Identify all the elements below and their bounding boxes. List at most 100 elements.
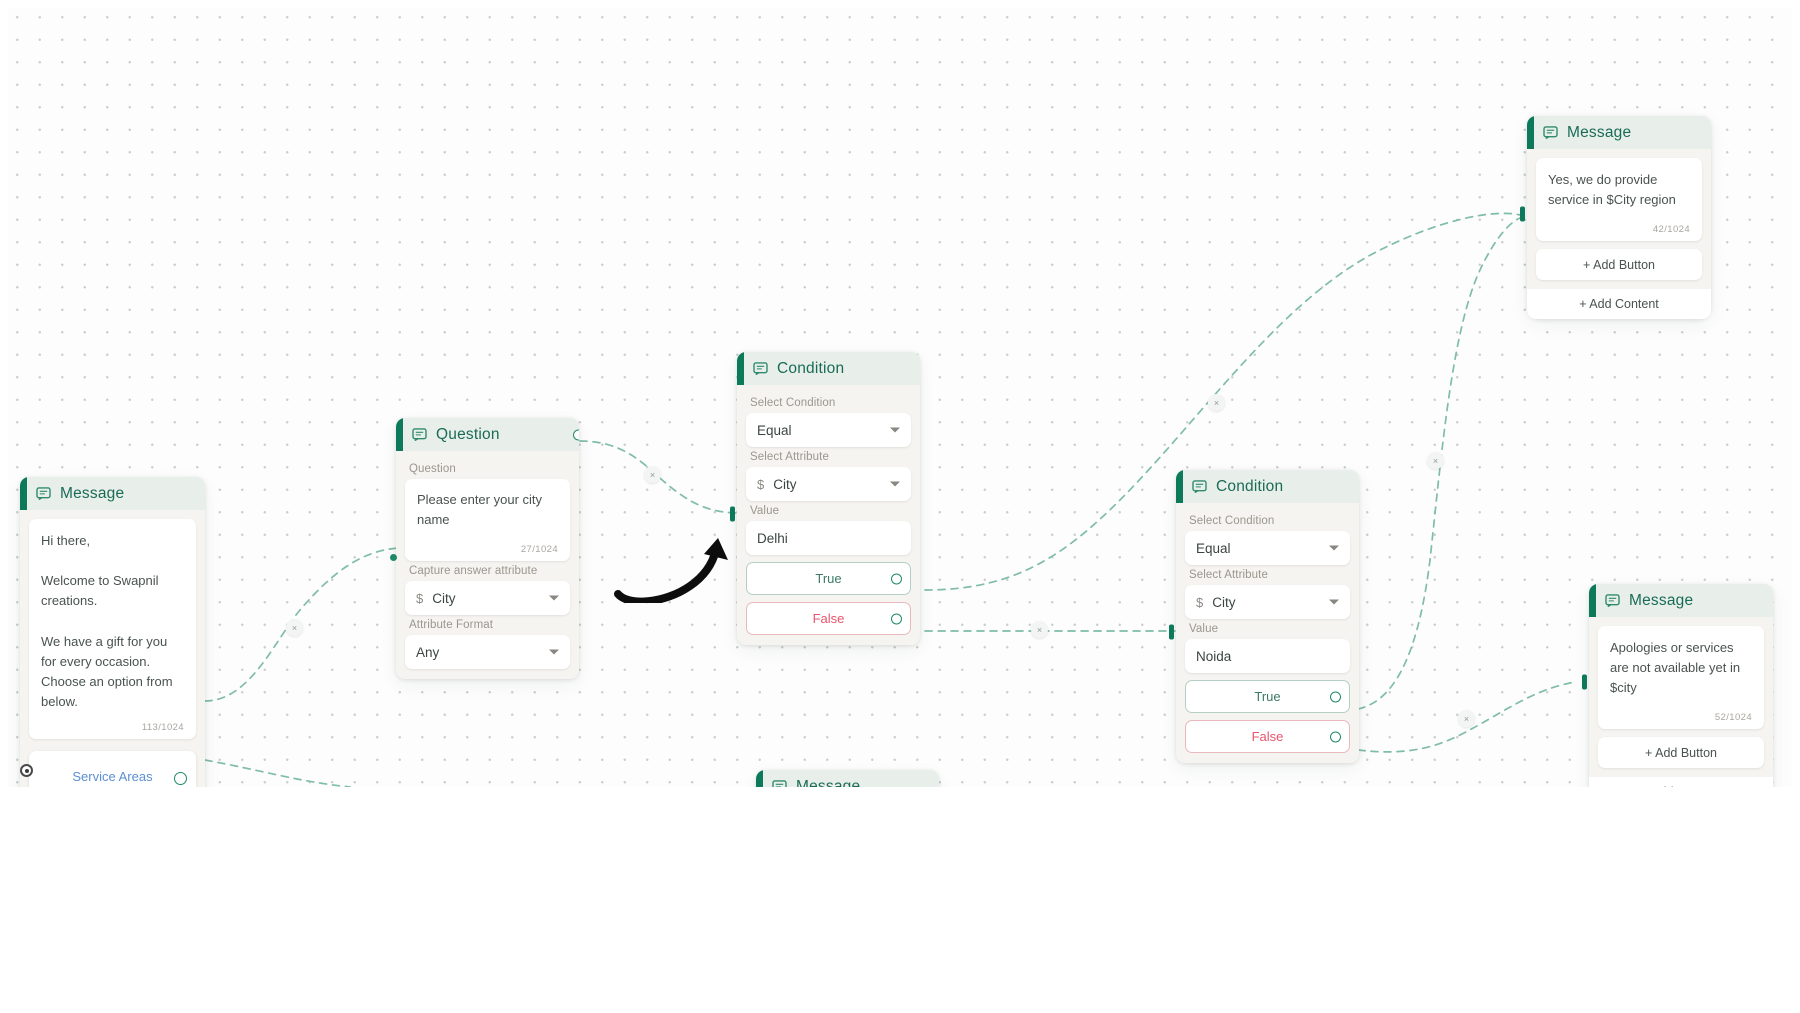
false-output-port[interactable] xyxy=(891,613,902,624)
attribute-prefix: $ xyxy=(1196,594,1204,610)
question-text: Please enter your city name xyxy=(417,492,543,528)
condition-value: Equal xyxy=(757,422,792,438)
canvas-left-margin xyxy=(0,0,8,787)
edge-remove-button[interactable]: × xyxy=(1427,452,1444,469)
node-input-port[interactable] xyxy=(730,506,735,522)
node-body: Question Please enter your city name 27/… xyxy=(396,451,579,679)
question-text-box[interactable]: Please enter your city name 27/1024 xyxy=(405,479,570,562)
choice-target-icon[interactable] xyxy=(20,764,33,778)
message-text: Yes, we do provide service in $City regi… xyxy=(1548,172,1676,208)
node-question[interactable]: Question Question Please enter your city… xyxy=(390,418,579,680)
value-label: Value xyxy=(1189,623,1219,635)
true-output-port[interactable] xyxy=(1330,691,1341,702)
chevron-down-icon xyxy=(890,481,900,487)
chevron-down-icon xyxy=(1329,545,1339,551)
select-condition-label: Select Condition xyxy=(1189,515,1275,527)
add-content-label: + Add Content xyxy=(1579,297,1659,312)
attribute-value: City xyxy=(773,476,797,492)
value-input[interactable]: Noida xyxy=(1185,639,1350,673)
select-condition-label: Select Condition xyxy=(750,397,836,409)
select-attribute-dropdown[interactable]: $ City xyxy=(746,467,911,501)
true-output-port[interactable] xyxy=(891,573,902,584)
node-message-welcome[interactable]: Message Hi there, Welcome to Swapnil cre… xyxy=(20,477,205,787)
node-output-port[interactable] xyxy=(573,429,579,440)
character-counter: 27/1024 xyxy=(520,544,558,556)
message-text: Apologies or services are not available … xyxy=(1610,640,1741,696)
node-type-label: Message xyxy=(1629,591,1694,609)
edge-remove-button[interactable]: × xyxy=(1208,394,1225,411)
node-body: Hi there, Welcome to Swapnil creations. … xyxy=(20,510,205,743)
character-counter: 52/1024 xyxy=(1714,712,1752,724)
edge-remove-button[interactable]: × xyxy=(1458,710,1475,727)
node-input-port[interactable] xyxy=(390,554,397,561)
character-counter: 113/1024 xyxy=(141,722,184,734)
message-icon xyxy=(412,428,427,441)
canvas-right-margin xyxy=(1792,0,1800,787)
node-message-bottom-partial[interactable]: Message xyxy=(756,770,939,787)
capture-attribute-label: Capture answer attribute xyxy=(409,565,538,578)
edge-remove-button[interactable]: × xyxy=(286,619,303,636)
node-body: Yes, we do provide service in $City regi… xyxy=(1527,149,1711,289)
node-type-label: Condition xyxy=(1216,477,1284,495)
message-text-box[interactable]: Yes, we do provide service in $City regi… xyxy=(1536,158,1702,242)
pointer-arrow-icon xyxy=(614,538,728,603)
select-condition-dropdown[interactable]: Equal xyxy=(1185,531,1350,565)
node-type-label: Condition xyxy=(777,359,845,377)
canvas-top-margin xyxy=(0,0,1800,8)
add-button-label: + Add Button xyxy=(1645,745,1717,760)
choice-output-port[interactable] xyxy=(174,772,187,786)
edge-remove-button[interactable]: × xyxy=(644,466,661,483)
node-header[interactable]: Condition xyxy=(1176,470,1359,503)
message-icon xyxy=(1605,594,1620,607)
edge-remove-button[interactable]: × xyxy=(1031,621,1048,638)
node-condition-delhi[interactable]: Condition Select Condition Equal Select … xyxy=(730,352,920,645)
value-text: Delhi xyxy=(757,530,788,546)
capture-attribute-select[interactable]: $ City xyxy=(405,581,570,616)
node-input-port[interactable] xyxy=(1520,206,1525,222)
node-message-service-available[interactable]: Message Yes, we do provide service in $C… xyxy=(1520,116,1711,320)
node-type-label: Message xyxy=(1567,123,1632,141)
add-button-label: + Add Button xyxy=(1583,257,1655,272)
true-label: True xyxy=(1254,689,1281,704)
message-icon xyxy=(1192,480,1207,493)
true-branch-button[interactable]: True xyxy=(1185,680,1350,713)
character-counter: 42/1024 xyxy=(1652,224,1690,236)
attribute-format-select[interactable]: Any xyxy=(405,635,570,670)
value-input[interactable]: Delhi xyxy=(746,521,911,555)
node-input-port[interactable] xyxy=(1582,674,1587,690)
add-button-button[interactable]: + Add Button xyxy=(1536,249,1702,281)
add-content-button[interactable]: + Add Content xyxy=(1589,777,1773,787)
message-icon xyxy=(753,362,768,375)
capture-attribute-value: City xyxy=(432,590,456,606)
node-header[interactable]: Condition xyxy=(737,352,920,385)
node-header[interactable]: Message xyxy=(1589,584,1773,617)
choice-button-service-areas[interactable]: Service Areas 13/20 xyxy=(20,751,196,787)
select-condition-dropdown[interactable]: Equal xyxy=(746,413,911,447)
flow-canvas[interactable]: × × × × × × Message Hi there, Welcome to… xyxy=(0,0,1800,787)
node-body: Select Condition Equal Select Attribute … xyxy=(1176,503,1359,763)
node-condition-noida[interactable]: Condition Select Condition Equal Select … xyxy=(1169,470,1359,763)
node-message-service-unavailable[interactable]: Message Apologies or services are not av… xyxy=(1582,584,1773,787)
node-header[interactable]: Message xyxy=(20,477,205,510)
choice-list: Service Areas 13/20 Products 8/20 xyxy=(20,751,205,787)
message-text-box[interactable]: Hi there, Welcome to Swapnil creations. … xyxy=(29,519,196,740)
message-text: Hi there, Welcome to Swapnil creations. … xyxy=(41,533,173,710)
node-header[interactable]: Message xyxy=(1527,116,1711,149)
add-content-button[interactable]: + Add Content xyxy=(1527,289,1711,320)
true-branch-button[interactable]: True xyxy=(746,562,911,595)
select-attribute-label: Select Attribute xyxy=(1189,569,1268,581)
node-type-label: Message xyxy=(60,484,125,502)
question-field-label: Question xyxy=(409,463,456,475)
node-header[interactable]: Question xyxy=(396,418,579,451)
node-input-port[interactable] xyxy=(1169,624,1174,640)
node-header[interactable]: Message xyxy=(756,770,939,787)
message-text-box[interactable]: Apologies or services are not available … xyxy=(1598,626,1764,730)
false-output-port[interactable] xyxy=(1330,731,1341,742)
select-attribute-label: Select Attribute xyxy=(750,451,829,463)
select-attribute-dropdown[interactable]: $ City xyxy=(1185,585,1350,619)
add-button-button[interactable]: + Add Button xyxy=(1598,737,1764,769)
false-label: False xyxy=(1251,729,1284,744)
node-type-label: Question xyxy=(436,425,500,443)
false-branch-button[interactable]: False xyxy=(746,602,911,635)
false-branch-button[interactable]: False xyxy=(1185,720,1350,753)
